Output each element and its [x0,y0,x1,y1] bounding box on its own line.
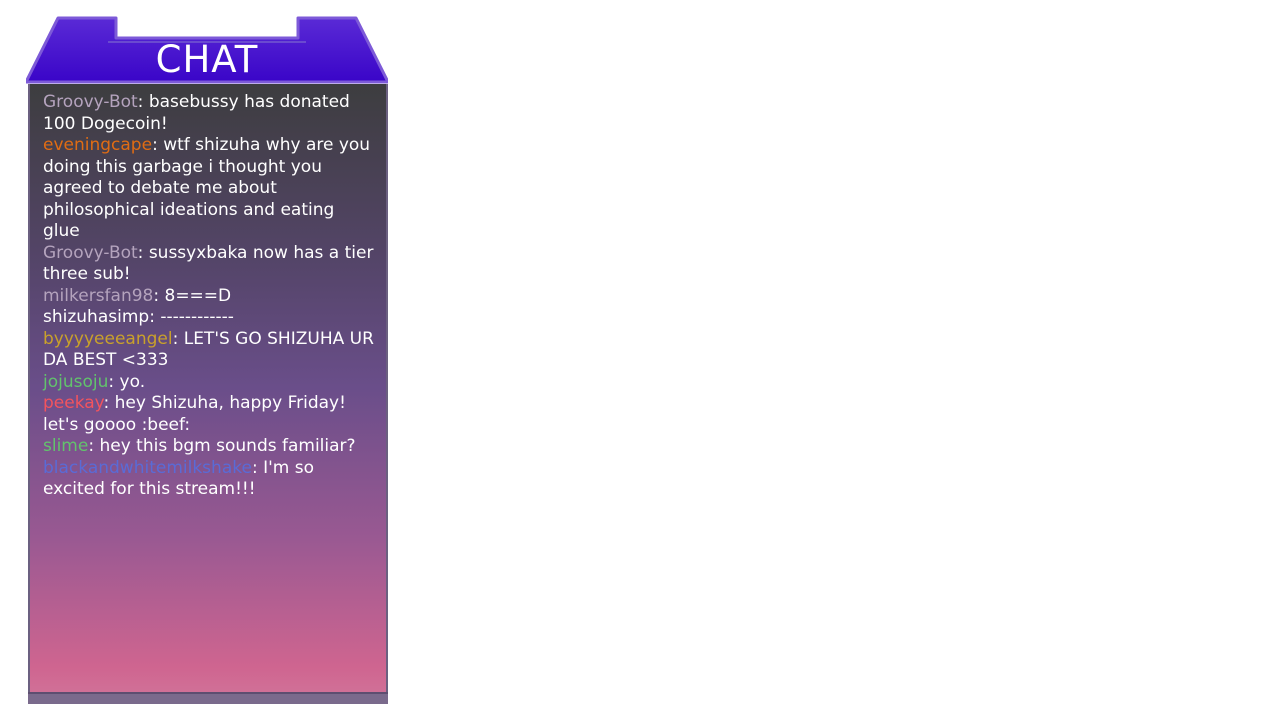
chat-message: jojusoju: yo. [43,372,375,394]
chat-message: Groovy-Bot: sussyxbaka now has a tier th… [43,243,375,286]
chat-message: byyyyeeeangel: LET'S GO SHIZUHA UR DA BE… [43,329,375,372]
chat-username[interactable]: peekay [43,393,104,413]
chat-separator: : [149,307,161,327]
chat-separator: : [251,457,264,478]
chat-username[interactable]: eveningcape [43,135,152,155]
chat-separator: : [152,135,164,155]
chat-message: Groovy-Bot: basebussy has donated 100 Do… [43,92,375,135]
chat-username[interactable]: Groovy-Bot [43,92,138,112]
chat-footer-bar [28,692,388,704]
chat-separator: : [88,436,100,456]
chat-separator: : [137,92,149,112]
chat-message-panel[interactable]: Groovy-Bot: basebussy has donated 100 Do… [28,84,388,692]
chat-message-text: ------------ [160,307,234,327]
chat-username[interactable]: milkersfan98 [43,286,153,306]
chat-username[interactable]: slime [43,436,88,456]
chat-message: peekay: hey Shizuha, happy Friday! let's… [43,393,375,436]
chat-separator: : [103,393,115,413]
chat-username[interactable]: Groovy-Bot [43,243,138,263]
chat-widget: CHAT Groovy-Bot: basebussy has donated 1… [26,16,388,704]
chat-message: slime: hey this bgm sounds familiar? [43,436,375,458]
chat-separator: : [108,371,120,392]
chat-username[interactable]: byyyyeeeangel [43,329,173,349]
chat-username[interactable]: jojusoju [43,372,108,392]
chat-separator: : [172,328,184,349]
chat-username[interactable]: blackandwhitemilkshake [43,458,252,478]
chat-message: shizuhasimp: ------------ [43,307,375,329]
chat-username[interactable]: shizuhasimp [43,307,149,327]
chat-message: milkersfan98: 8===D [43,286,375,308]
chat-message: blackandwhitemilkshake: I'm so excited f… [43,458,375,501]
chat-header: CHAT [26,16,388,84]
chat-message-text: yo. [119,371,146,392]
chat-message-list: Groovy-Bot: basebussy has donated 100 Do… [43,92,375,501]
chat-message-text: hey this bgm sounds familiar? [99,436,356,456]
chat-message-text: 8===D [164,285,232,306]
chat-separator: : [153,285,165,306]
chat-separator: : [137,242,149,263]
chat-message: eveningcape: wtf shizuha why are you doi… [43,135,375,243]
chat-title: CHAT [155,38,259,81]
